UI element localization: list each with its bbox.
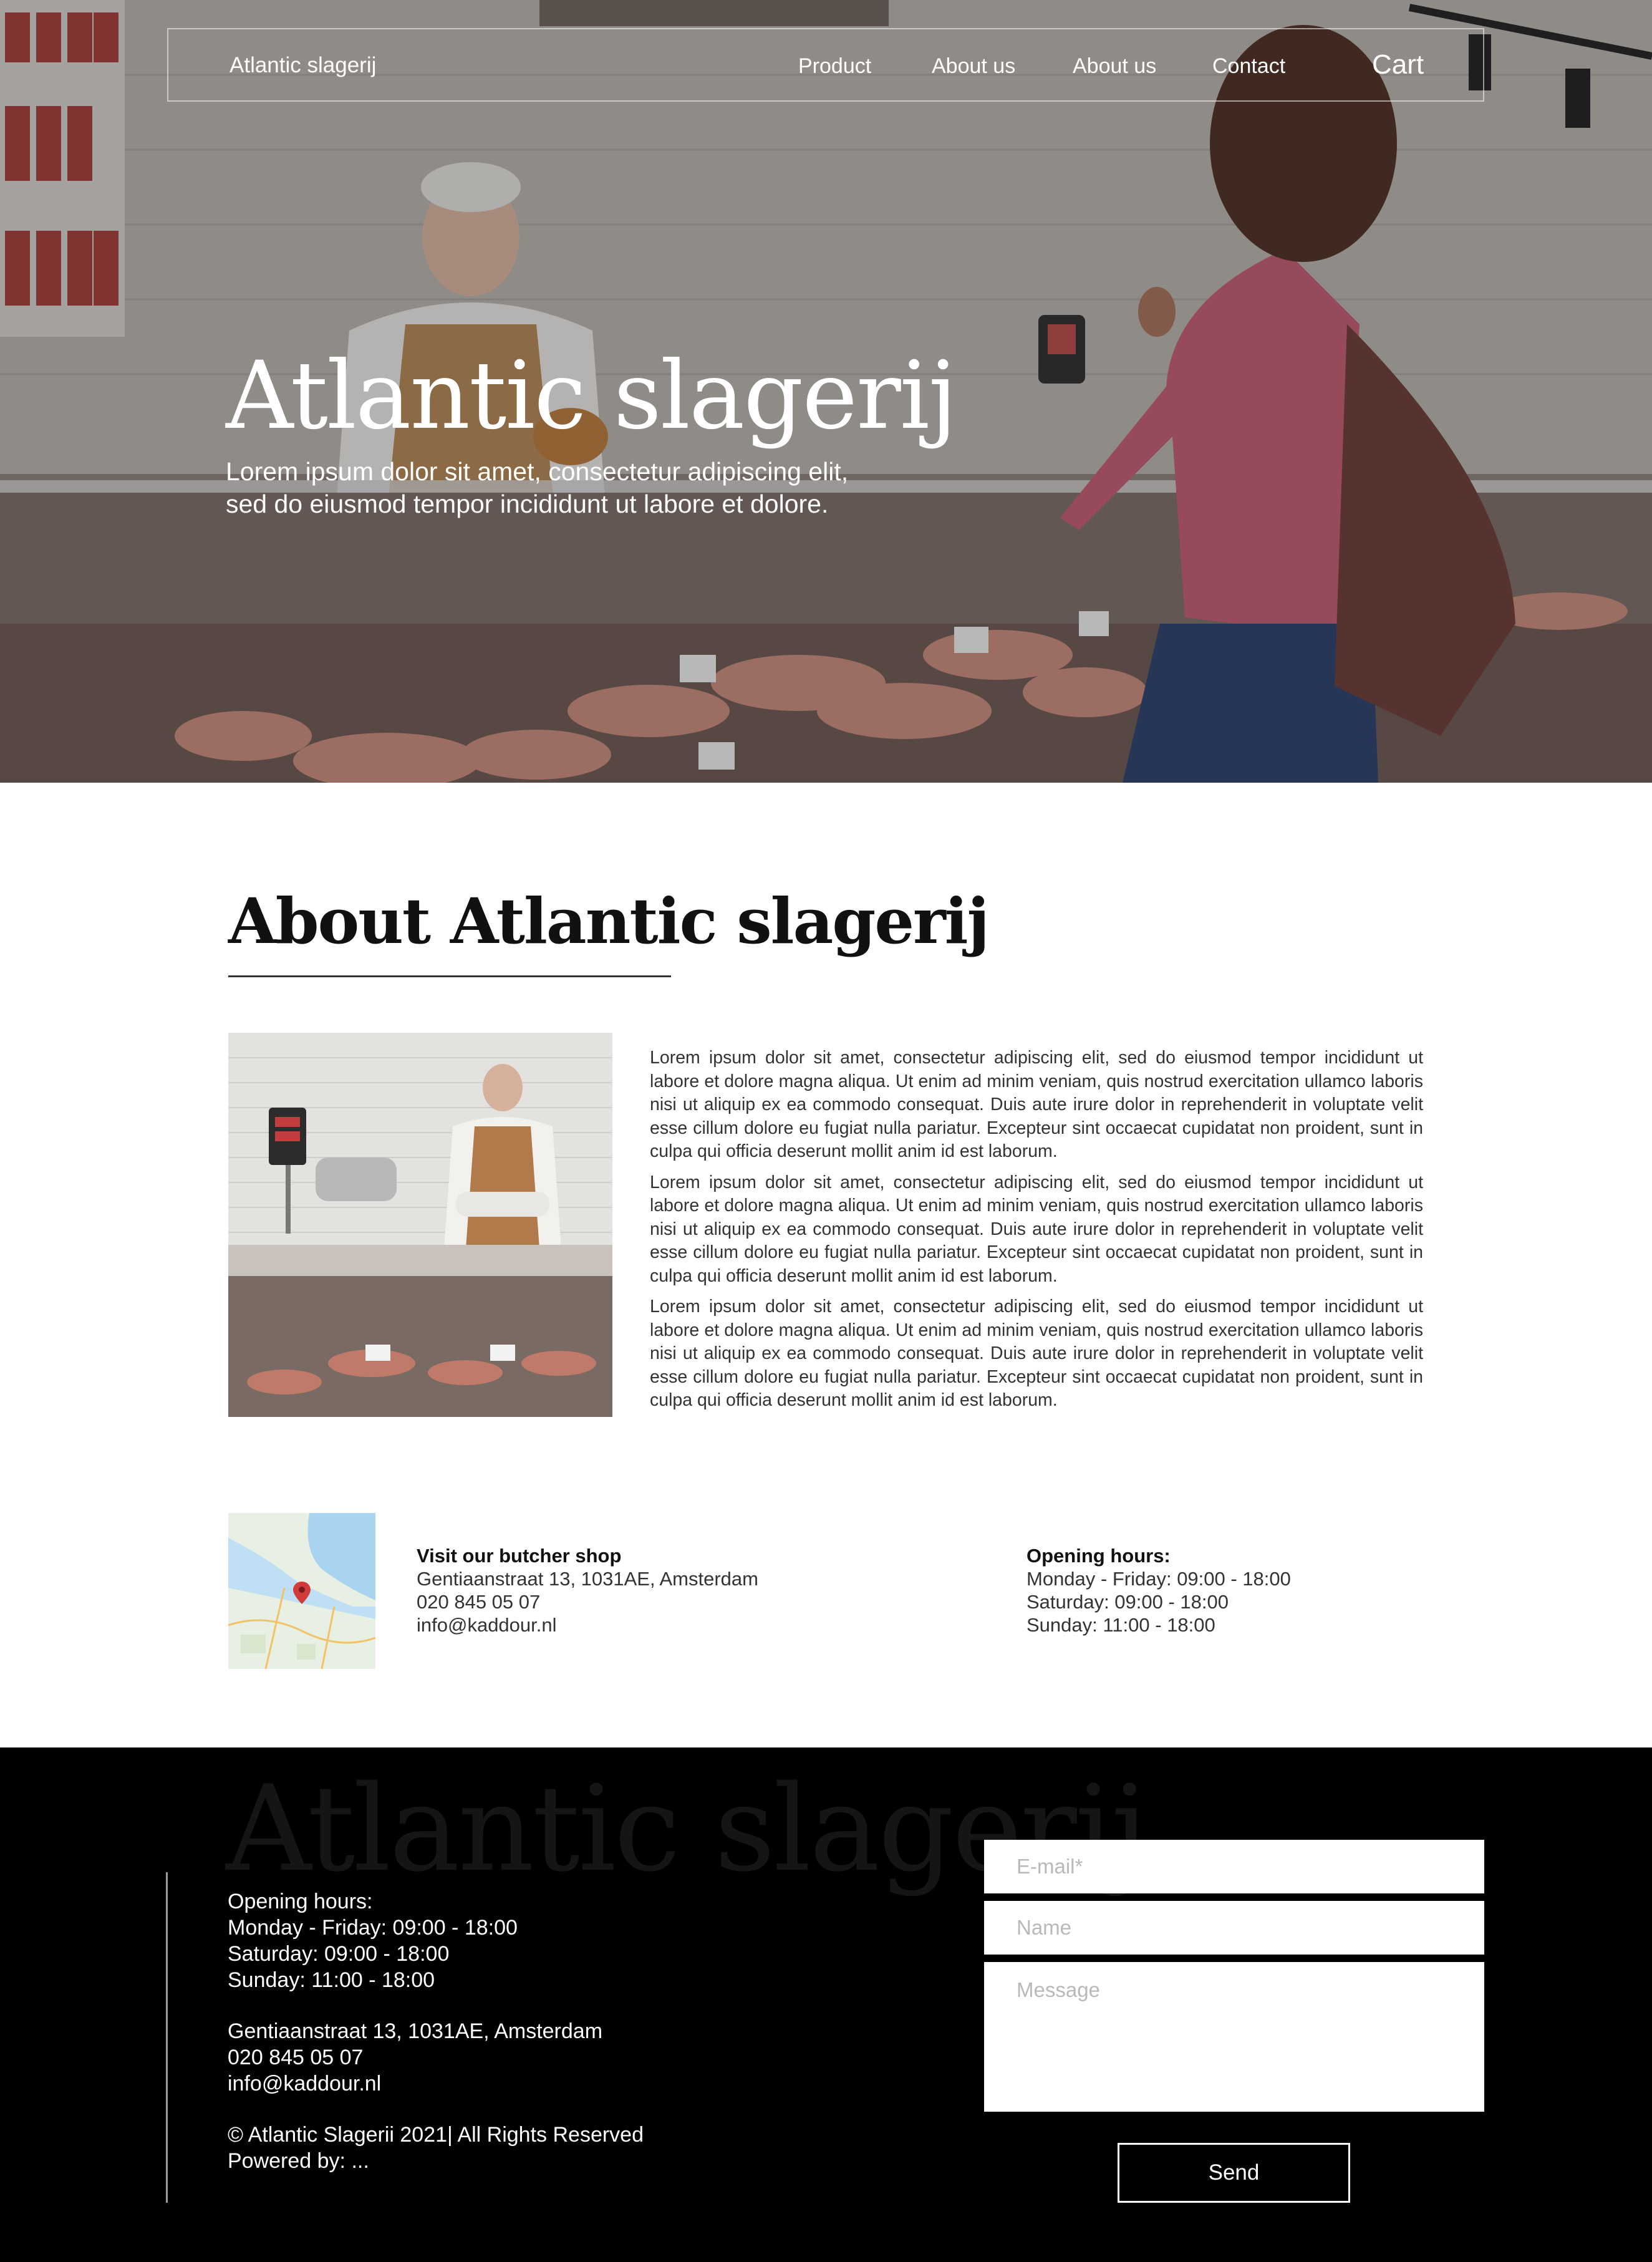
footer: Atlantic slagerij Opening hours: Monday … bbox=[0, 1747, 1652, 2262]
visit-address: Gentiaanstraat 13, 1031AE, Amsterdam bbox=[417, 1568, 758, 1590]
footer-address: Gentiaanstraat 13, 1031AE, Amsterdam bbox=[228, 2019, 603, 2043]
nav-item-about-us-2[interactable]: About us bbox=[1073, 54, 1156, 79]
about-text: Lorem ipsum dolor sit amet, consectetur … bbox=[650, 1046, 1423, 1420]
footer-powered-by: Powered by: ... bbox=[228, 2149, 369, 2173]
nav-item-contact[interactable]: Contact bbox=[1212, 54, 1285, 79]
hours-weekdays: Monday - Friday: 09:00 - 18:00 bbox=[1026, 1568, 1291, 1590]
visit-phone[interactable]: 020 845 05 07 bbox=[417, 1590, 758, 1613]
footer-info: Opening hours: Monday - Friday: 09:00 - … bbox=[228, 1888, 644, 2174]
hero-subtitle-line-2: sed do eiusmod tempor incididunt ut labo… bbox=[226, 490, 829, 518]
footer-hours-saturday: Saturday: 09:00 - 18:00 bbox=[228, 1942, 450, 1966]
top-navbar: Atlantic slagerij Product About us About… bbox=[167, 28, 1484, 102]
about-butcher-photo bbox=[228, 1033, 612, 1417]
about-paragraph: Lorem ipsum dolor sit amet, consectetur … bbox=[650, 1048, 1423, 1161]
nav-item-about-us[interactable]: About us bbox=[932, 54, 1015, 79]
contact-name-input[interactable] bbox=[984, 1901, 1484, 1955]
hero-section: Atlantic slagerij Product About us About… bbox=[0, 0, 1652, 783]
nav-brand-logo[interactable]: Atlantic slagerij bbox=[229, 53, 376, 78]
about-title-underline bbox=[228, 975, 671, 977]
about-paragraph: Lorem ipsum dolor sit amet, consectetur … bbox=[650, 1297, 1423, 1410]
hero-subtitle-line-1: Lorem ipsum dolor sit amet, consectetur … bbox=[226, 457, 849, 486]
nav-item-product[interactable]: Product bbox=[798, 54, 871, 79]
hours-saturday: Saturday: 09:00 - 18:00 bbox=[1026, 1591, 1229, 1613]
footer-hours-sunday: Sunday: 11:00 - 18:00 bbox=[228, 1968, 435, 1992]
about-title: About Atlantic slagerij bbox=[228, 884, 990, 958]
footer-hours-weekdays: Monday - Friday: 09:00 - 18:00 bbox=[228, 1916, 518, 1940]
contact-message-input[interactable] bbox=[984, 1962, 1484, 2112]
visit-info: Visit our butcher shop Gentiaanstraat 13… bbox=[417, 1544, 758, 1636]
send-button[interactable]: Send bbox=[1118, 2143, 1350, 2203]
nav-cart-link[interactable]: Cart bbox=[1372, 49, 1424, 80]
footer-phone[interactable]: 020 845 05 07 bbox=[228, 2044, 644, 2071]
hours-sunday: Sunday: 11:00 - 18:00 bbox=[1026, 1614, 1215, 1636]
location-map[interactable] bbox=[228, 1513, 375, 1669]
visit-heading: Visit our butcher shop bbox=[417, 1545, 622, 1567]
hero-title: Atlantic slagerij bbox=[226, 342, 957, 450]
footer-copyright: © Atlantic Slagerii 2021| All Rights Res… bbox=[228, 2123, 644, 2147]
footer-email[interactable]: info@kaddour.nl bbox=[228, 2071, 644, 2097]
hero-subtitle: Lorem ipsum dolor sit amet, consectetur … bbox=[226, 455, 912, 520]
about-paragraph: Lorem ipsum dolor sit amet, consectetur … bbox=[650, 1172, 1423, 1286]
visit-email[interactable]: info@kaddour.nl bbox=[417, 1613, 758, 1636]
footer-divider bbox=[166, 1872, 168, 2203]
contact-email-input[interactable] bbox=[984, 1840, 1484, 1893]
footer-hours-heading: Opening hours: bbox=[228, 1890, 373, 1913]
hours-heading: Opening hours: bbox=[1026, 1545, 1171, 1567]
opening-hours: Opening hours: Monday - Friday: 09:00 - … bbox=[1026, 1544, 1291, 1636]
